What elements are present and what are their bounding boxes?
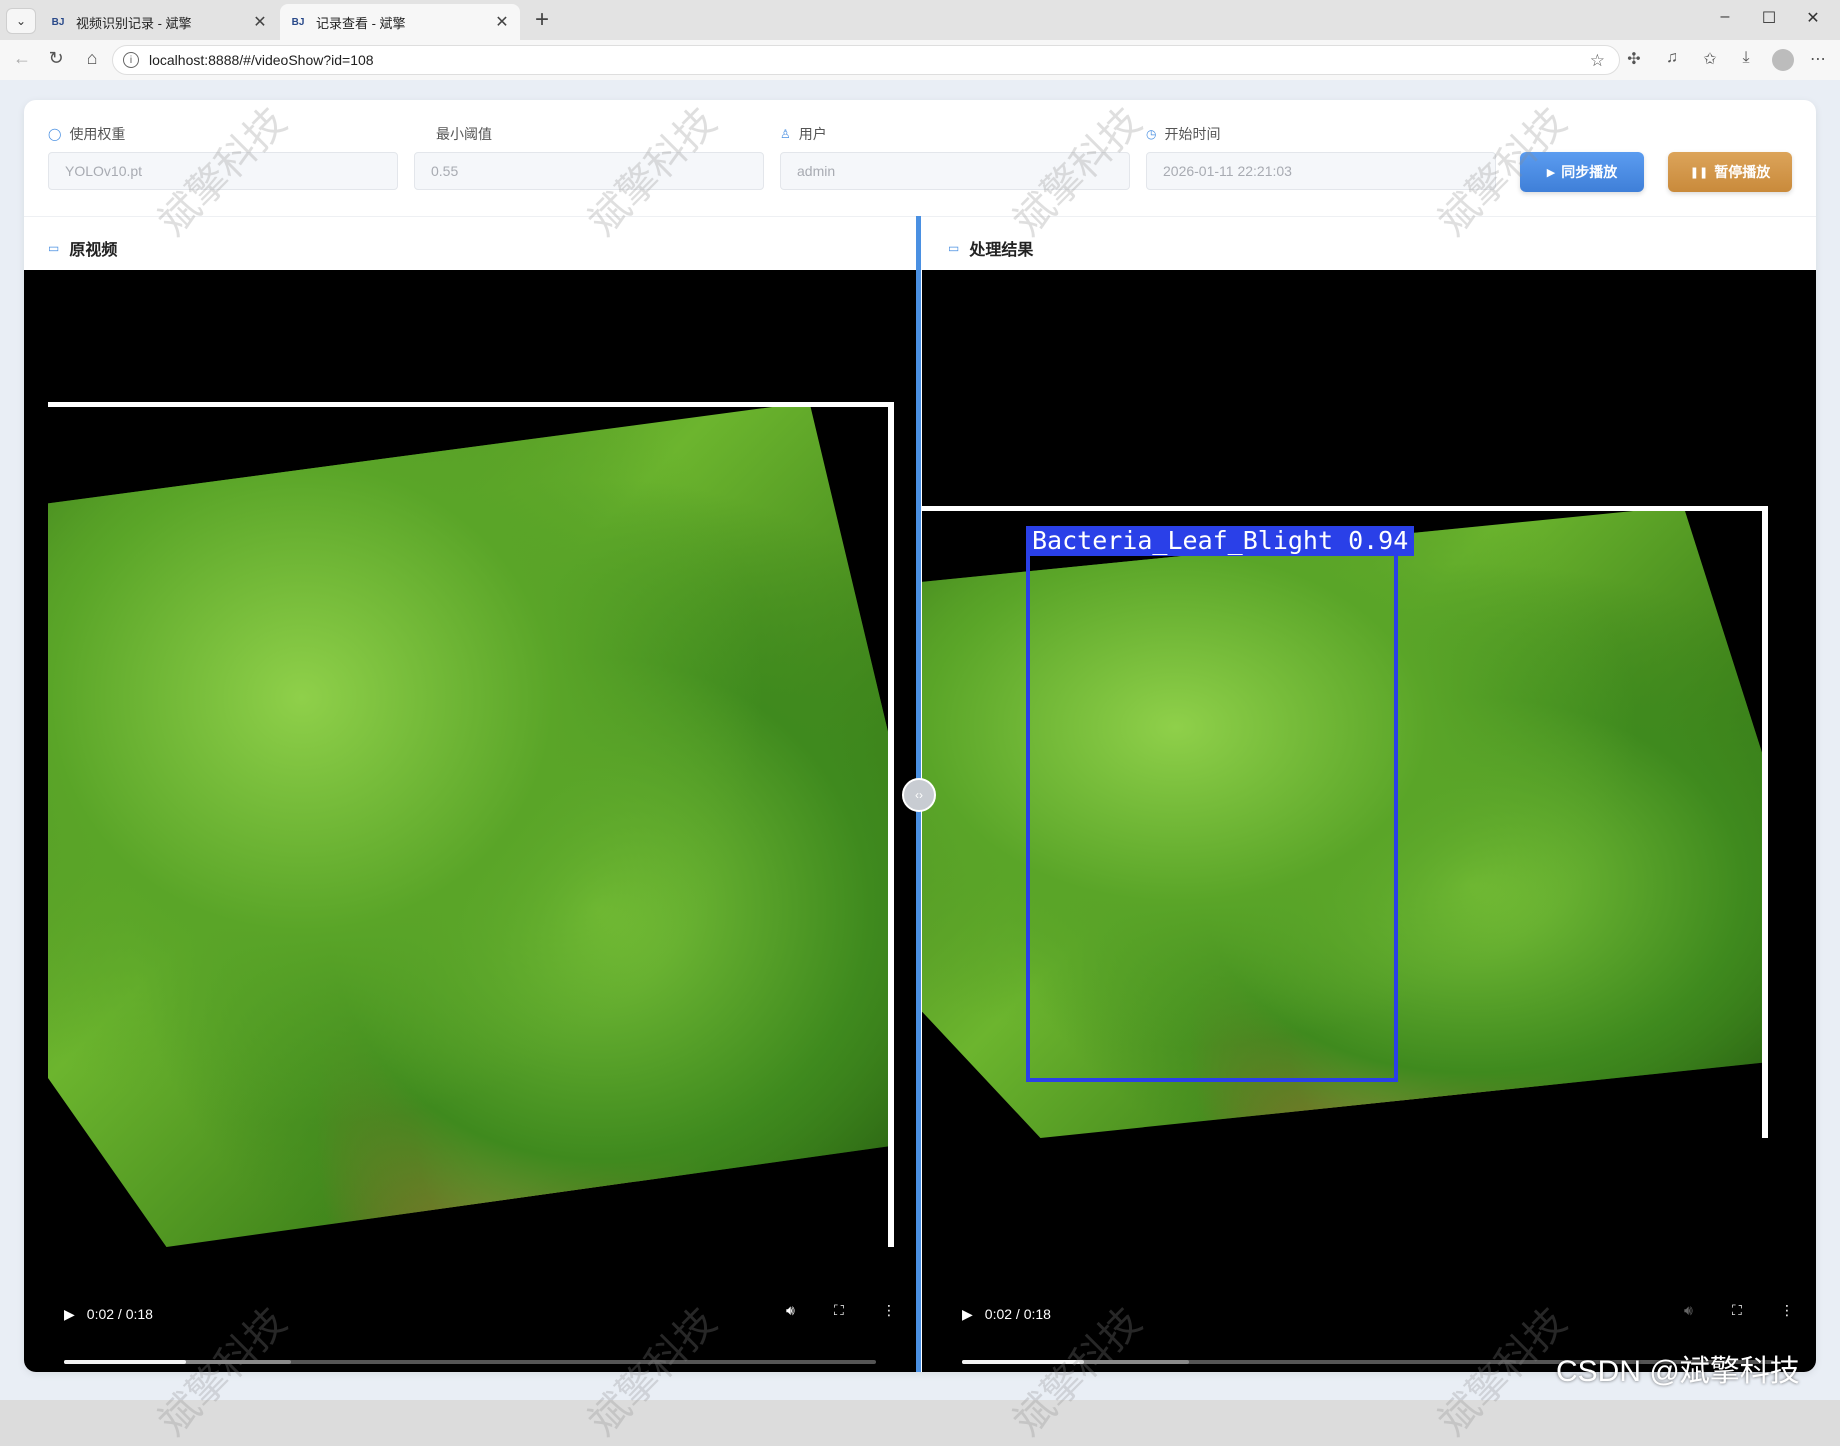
star-icon[interactable]: ☆ [1590, 51, 1605, 71]
info-icon[interactable]: i [123, 52, 139, 68]
url-text: localhost:8888/#/videoShow?id=108 [149, 52, 374, 68]
frame-edge [1762, 506, 1768, 1138]
video-progress-bar[interactable] [64, 1360, 876, 1364]
progress-fill [64, 1360, 186, 1364]
cube-icon: ◯ [48, 127, 62, 141]
user-field[interactable]: admin [780, 152, 1130, 190]
csdn-credit: CSDN @斌擎科技 [1556, 1355, 1800, 1388]
reload-icon[interactable]: ↻ [44, 48, 68, 69]
tab-list-chevron-down-icon[interactable]: ⌄ [6, 8, 36, 34]
sync-play-button[interactable]: ▶ 同步播放 [1520, 152, 1644, 192]
user-label: ♙ 用户 [780, 124, 827, 144]
monitor-icon: ▭ [948, 241, 960, 255]
fullscreen-icon[interactable]: ⛶ [834, 1302, 844, 1319]
play-icon[interactable]: ▶ [64, 1306, 75, 1323]
original-video-player[interactable]: ▶ 0:02 / 0:18 🔊︎ ⛶ ⋮ [24, 270, 916, 1372]
favicon-icon: BJ [51, 16, 65, 28]
progress-fill [962, 1360, 1084, 1364]
pause-circle-icon: ❚❚ [1689, 166, 1709, 179]
tab-title: 记录查看 - 斌擎 [316, 15, 406, 31]
back-arrow-icon[interactable]: ← [10, 48, 34, 69]
video-controls: ▶ 0:02 / 0:18 🔊︎ ⛶ ⋮ [962, 1284, 1794, 1344]
frame-edge [888, 402, 894, 1247]
user-label-text: 用户 [798, 126, 827, 142]
video-camera-icon: ▭ [48, 241, 60, 255]
frame-edge [922, 506, 1768, 511]
browser-tab-strip: ⌄ BJ 视频识别记录 - 斌擎 ✕ BJ 记录查看 - 斌擎 ✕ + – ☐ … [0, 0, 1840, 40]
puzzle-icon[interactable]: ✣ [1622, 49, 1646, 69]
play-circle-icon: ▶ [1546, 166, 1556, 179]
tab-title: 视频识别记录 - 斌擎 [76, 15, 192, 31]
fullscreen-icon[interactable]: ⛶ [1732, 1302, 1742, 1319]
window-close-icon[interactable]: ✕ [1798, 8, 1828, 28]
result-video-frame: Bacteria_Leaf_Blight 0.94 [922, 506, 1768, 1138]
result-title-text: 处理结果 [969, 242, 1034, 259]
home-icon[interactable]: ⌂ [80, 48, 104, 69]
play-icon[interactable]: ▶ [962, 1306, 973, 1323]
start-time-label-text: 开始时间 [1164, 126, 1221, 142]
more-vertical-icon[interactable]: ⋮ [882, 1302, 896, 1319]
clock-icon: ◷ [1146, 127, 1157, 141]
threshold-label-text: 最小阈值 [436, 126, 492, 142]
profile-avatar[interactable] [1772, 49, 1794, 71]
threshold-label: 最小阈值 [436, 124, 492, 144]
sync-play-label: 同步播放 [1561, 164, 1618, 180]
browser-tab-records[interactable]: BJ 视频识别记录 - 斌擎 ✕ [40, 4, 278, 40]
start-time-field[interactable]: 2026-01-11 22:21:03 [1146, 152, 1496, 190]
more-vertical-icon[interactable]: ⋮ [1780, 1302, 1794, 1319]
threshold-field[interactable]: 0.55 [414, 152, 764, 190]
record-view-card: ◯ 使用权重 YOLOv10.pt 最小阈值 0.55 ♙ 用户 admin ◷… [24, 100, 1816, 1372]
detection-bounding-box [1026, 552, 1398, 1082]
volume-muted-icon[interactable]: 🔊︎ [1684, 1302, 1693, 1319]
detection-label: Bacteria_Leaf_Blight 0.94 [1026, 526, 1415, 556]
tab-close-icon[interactable]: ✕ [494, 12, 510, 32]
maximize-icon[interactable]: ☐ [1754, 8, 1784, 28]
browser-tab-view[interactable]: BJ 记录查看 - 斌擎 ✕ [280, 4, 520, 40]
original-video-title: ▭ 原视频 [48, 236, 117, 260]
original-video-title-text: 原视频 [69, 242, 118, 259]
result-video-player[interactable]: Bacteria_Leaf_Blight 0.94 ▶ 0:02 / 0:18 … [922, 270, 1816, 1372]
video-time: 0:02 / 0:18 [984, 1306, 1051, 1322]
weights-field[interactable]: YOLOv10.pt [48, 152, 398, 190]
volume-icon[interactable]: 🔊︎ [786, 1302, 795, 1319]
browser-toolbar: ← ↻ ⌂ i localhost:8888/#/videoShow?id=10… [0, 40, 1840, 81]
more-icon[interactable]: ⋯ [1806, 49, 1830, 69]
address-bar[interactable]: i localhost:8888/#/videoShow?id=108 ☆ [112, 45, 1620, 75]
tab-close-icon[interactable]: ✕ [252, 12, 268, 32]
rice-leaf-image [48, 402, 894, 1247]
media-icon[interactable]: ♫ [1660, 49, 1684, 67]
new-tab-plus-icon[interactable]: + [528, 6, 556, 34]
favorites-icon[interactable]: ✩ [1698, 49, 1722, 69]
download-icon[interactable]: ⤓ [1734, 49, 1758, 67]
frame-edge [48, 402, 894, 407]
weights-label: ◯ 使用权重 [48, 124, 125, 144]
result-title: ▭ 处理结果 [948, 236, 1033, 260]
video-time: 0:02 / 0:18 [86, 1306, 153, 1322]
user-icon: ♙ [780, 127, 791, 141]
minimize-icon[interactable]: – [1710, 8, 1740, 26]
split-handle-arrows-icon[interactable]: ‹› [902, 778, 936, 812]
start-time-label: ◷ 开始时间 [1146, 124, 1220, 144]
favicon-icon: BJ [291, 16, 305, 28]
pause-button[interactable]: ❚❚ 暂停播放 [1668, 152, 1792, 192]
video-controls: ▶ 0:02 / 0:18 🔊︎ ⛶ ⋮ [64, 1284, 896, 1344]
weights-label-text: 使用权重 [69, 126, 126, 142]
pause-label: 暂停播放 [1714, 164, 1771, 180]
original-video-frame [48, 402, 894, 1247]
